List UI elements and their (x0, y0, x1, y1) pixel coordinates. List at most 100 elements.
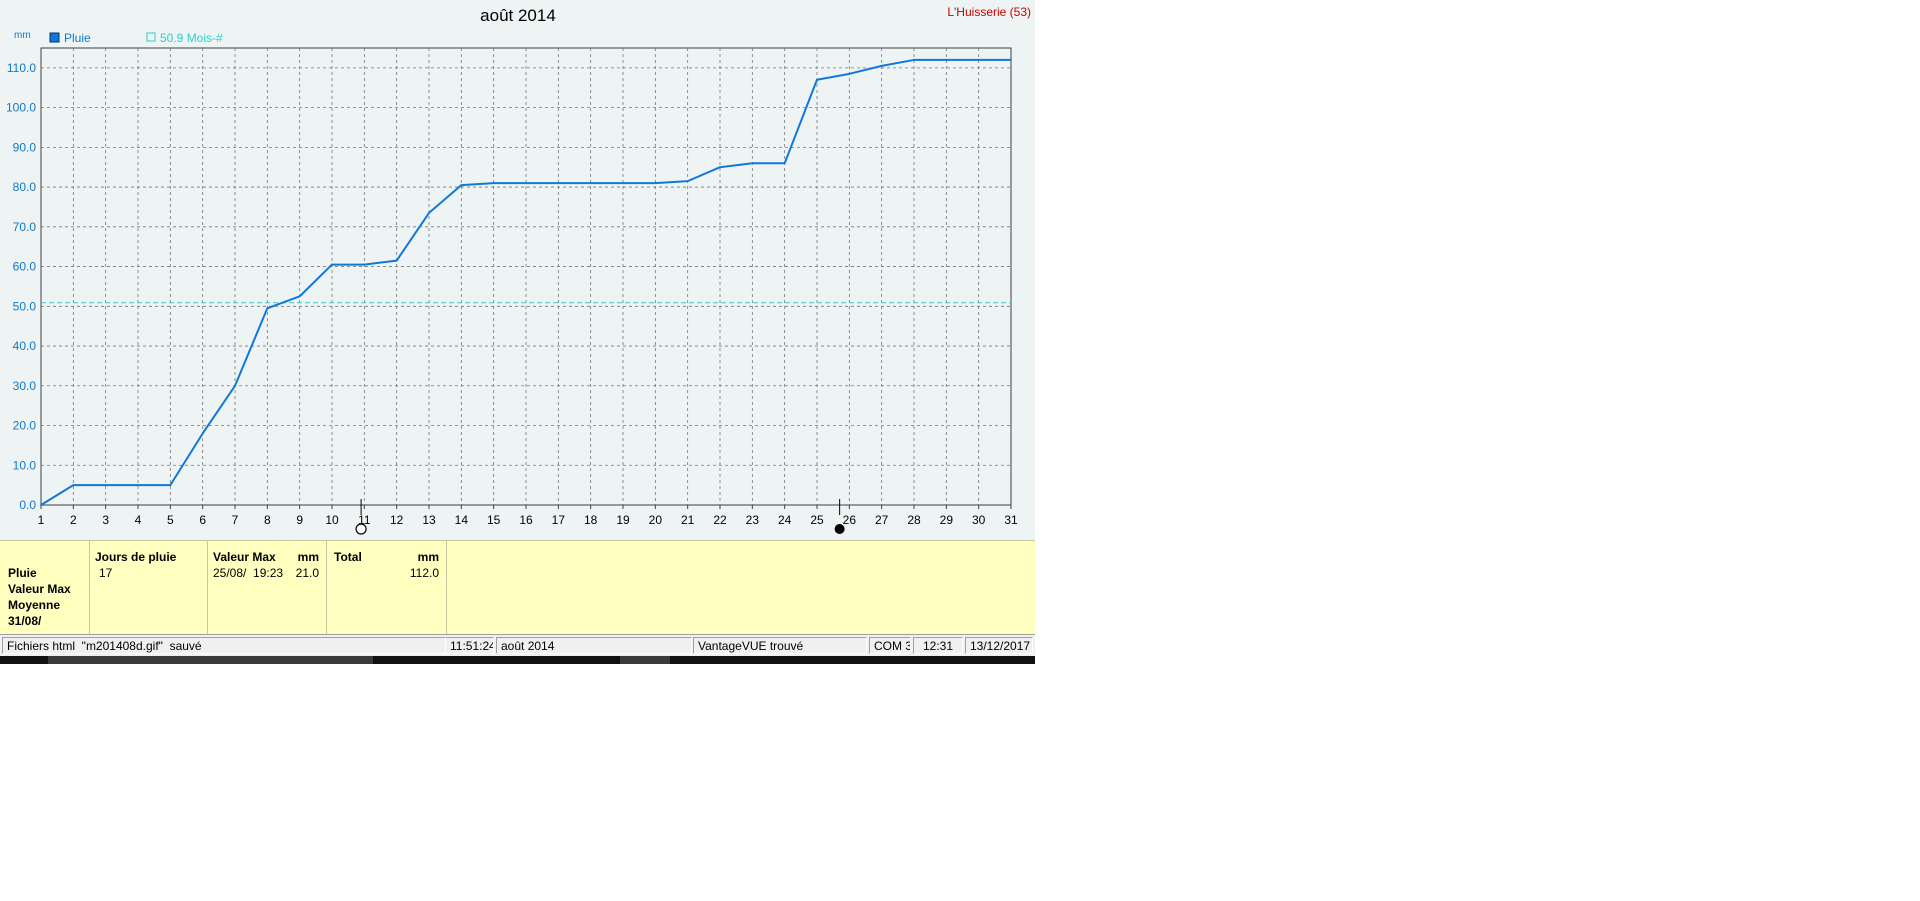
data-point (460, 184, 463, 187)
data-point (525, 182, 527, 185)
data-point (331, 263, 333, 266)
data-point (654, 182, 657, 185)
taskbar-button[interactable] (48, 656, 373, 664)
total-unit: mm (417, 550, 439, 564)
data-point (1010, 59, 1012, 61)
status-clock: 12:31 (913, 637, 963, 654)
y-tick-label: 70.0 (13, 220, 37, 234)
max-value-unit: mm (297, 550, 319, 564)
y-tick-label: 50.0 (13, 299, 37, 313)
x-tick-label: 14 (455, 513, 469, 527)
total-value: 112.0 (409, 566, 439, 580)
y-tick-label: 30.0 (13, 379, 37, 393)
data-point (169, 484, 172, 487)
rain-days-value: 17 (99, 566, 113, 580)
status-port: COM 3 (869, 637, 911, 654)
stats-col-max-value: Valeur Max mm 25/08/ 19:23 21.0 (208, 541, 327, 634)
x-tick-label: 5 (167, 513, 174, 527)
total-header: Total (334, 550, 362, 564)
x-tick-label: 17 (552, 513, 566, 527)
row-label-mean: Moyenne (8, 598, 61, 612)
data-point (492, 182, 495, 185)
data-point (395, 259, 398, 262)
x-tick-label: 1 (38, 513, 45, 527)
y-tick-label: 100.0 (6, 101, 36, 115)
data-point (234, 384, 236, 387)
stats-col-total: Total mm 112.0 (327, 541, 447, 634)
new-moon-icon (834, 524, 845, 534)
data-point (201, 432, 204, 435)
stats-row-labels: Pluie Valeur Max Moyenne 31/08/ (0, 541, 90, 634)
status-bar: Fichiers html "m201408d.gif" sauvé 11:51… (0, 634, 1035, 657)
y-tick-label: 10.0 (13, 458, 37, 472)
data-point (816, 78, 818, 81)
row-label-rain: Pluie (8, 566, 37, 580)
x-tick-label: 9 (296, 513, 303, 527)
y-tick-label: 0.0 (19, 498, 36, 512)
y-tick-label: 60.0 (13, 260, 37, 274)
x-tick-label: 16 (519, 513, 533, 527)
x-tick-label: 21 (681, 513, 695, 527)
status-station: VantageVUE trouvé (693, 637, 867, 654)
x-tick-label: 19 (616, 513, 630, 527)
y-tick-label: 20.0 (13, 419, 37, 433)
legend-series-label[interactable]: Pluie (64, 31, 91, 45)
data-point (104, 484, 107, 487)
y-tick-label: 40.0 (13, 339, 37, 353)
x-tick-label: 10 (325, 513, 339, 527)
status-message: Fichiers html "m201408d.gif" sauvé (2, 637, 446, 654)
stats-panel: Pluie Valeur Max Moyenne 31/08/ Jours de… (0, 540, 1035, 634)
y-tick-label: 110.0 (7, 61, 36, 75)
taskbar-button[interactable] (620, 656, 670, 664)
chart-panel: août 2014 L'Huisserie (53) mm Pluie 50.9… (0, 0, 1035, 540)
station-name: L'Huisserie (53) (947, 5, 1031, 19)
x-axis: 1 2 3 4 5 6 7 8 9 10 11 12 13 14 15 16 17 18 19 20 21 22 23 24 2… (38, 505, 1018, 527)
row-label-date: 31/08/ (8, 614, 42, 628)
max-value-amount: 21.0 (295, 566, 319, 580)
data-point (751, 162, 754, 165)
full-moon-icon (355, 523, 367, 535)
data-point (266, 307, 269, 310)
stats-col-rain-days: Jours de pluie 17 (90, 541, 208, 634)
data-point (848, 72, 851, 75)
data-point (880, 64, 883, 67)
data-point (719, 166, 721, 169)
data-point (783, 162, 786, 165)
status-date: 13/12/2017 (965, 637, 1033, 654)
x-tick-label: 18 (584, 513, 598, 527)
x-tick-label: 30 (972, 513, 986, 527)
weather-app-window: août 2014 L'Huisserie (53) mm Pluie 50.9… (0, 0, 1035, 668)
x-tick-label: 7 (232, 513, 239, 527)
x-tick-label: 27 (875, 513, 889, 527)
x-tick-label: 4 (135, 513, 142, 527)
taskbar-strip (0, 656, 1035, 664)
x-tick-label: 12 (390, 513, 404, 527)
y-tick-label: 80.0 (13, 180, 37, 194)
data-point (298, 295, 301, 298)
data-point (137, 484, 139, 487)
x-tick-label: 24 (778, 513, 792, 527)
data-point (589, 182, 592, 185)
data-point (913, 59, 915, 61)
data-point (686, 180, 689, 183)
x-tick-label: 28 (907, 513, 921, 527)
rain-chart: août 2014 L'Huisserie (53) mm Pluie 50.9… (6, 5, 1031, 535)
status-period: août 2014 (496, 637, 692, 654)
y-unit-label: mm (14, 30, 31, 41)
data-point (72, 484, 75, 487)
x-tick-label: 22 (713, 513, 727, 527)
data-point (622, 182, 624, 185)
max-value-date: 25/08/ 19:23 (213, 566, 284, 580)
x-tick-label: 31 (1004, 513, 1018, 527)
x-tick-label: 25 (810, 513, 824, 527)
x-tick-label: 29 (940, 513, 954, 527)
x-tick-label: 23 (746, 513, 760, 527)
legend-average-label[interactable]: 50.9 Mois-# (160, 31, 223, 45)
data-point (977, 59, 980, 61)
x-tick-label: 13 (422, 513, 436, 527)
row-label-max: Valeur Max (8, 582, 71, 596)
x-tick-label: 2 (70, 513, 77, 527)
x-tick-label: 20 (649, 513, 663, 527)
x-tick-label: 8 (264, 513, 271, 527)
y-tick-label: 90.0 (13, 140, 37, 154)
